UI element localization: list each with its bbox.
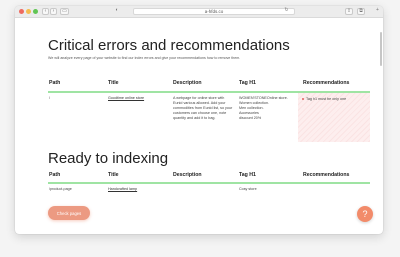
zoom-window-button[interactable] (33, 9, 38, 14)
back-icon[interactable]: ‹ (42, 8, 49, 15)
sidebar-icon[interactable]: ▭ (60, 8, 69, 15)
table-row[interactable]: /product-page Handcrafted lamp Cosy stor… (48, 184, 370, 195)
recommendation-item: Tag h1 must be only one (302, 97, 346, 101)
browser-toolbar: ‹ › ▭ ◐ a-hfds.co ↻ ⇪ ⧉ + (15, 6, 383, 18)
check-pages-button[interactable]: Check pages (48, 206, 90, 220)
row-title-link[interactable]: Handcrafted lamp (108, 187, 137, 192)
share-icon[interactable]: ⇪ (345, 8, 353, 15)
column-header-description: Description (173, 172, 202, 178)
lock-icon: ◐ (115, 7, 119, 13)
page-scrollbar[interactable] (380, 32, 382, 66)
row-tag-h1: Cosy store (239, 187, 257, 191)
column-header-tag-h1: Tag H1 (239, 80, 256, 86)
column-header-path: Path (49, 80, 61, 86)
column-header-recommendations: Recommendations (303, 172, 350, 178)
new-tab-icon[interactable]: + (374, 8, 381, 15)
errors-table-header: Path Title Description Tag H1 Recommenda… (48, 76, 370, 90)
column-header-recommendations: Recommendations (303, 80, 350, 86)
address-bar-url: a-hfds.co (204, 9, 224, 14)
column-header-title: Title (108, 172, 119, 178)
table-row[interactable]: Tag h1 must be only one / Goodtime onlin… (48, 93, 370, 142)
row-tag-h1: WOMEN'STONEOnline store. Women collectio… (239, 96, 288, 120)
errors-section-description: We will analyze every page of your websi… (48, 56, 241, 60)
row-description: A webpage for online store with Eunid va… (173, 96, 233, 120)
warning-dot-icon (302, 98, 304, 101)
row-title-link[interactable]: Goodtime online store (108, 96, 144, 101)
errors-section-title: Critical errors and recommendations (48, 37, 290, 54)
row-path: /product-page (49, 187, 72, 191)
column-header-path: Path (49, 172, 61, 178)
errors-table: Path Title Description Tag H1 Recommenda… (48, 76, 370, 142)
minimize-window-button[interactable] (26, 9, 31, 14)
help-button[interactable]: ? (357, 206, 373, 222)
forward-icon[interactable]: › (50, 8, 57, 15)
question-mark-icon: ? (362, 209, 368, 219)
indexing-table: Path Title Description Tag H1 Recommenda… (48, 170, 370, 196)
address-bar[interactable]: a-hfds.co (133, 8, 295, 15)
page-content: Critical errors and recommendations We w… (15, 18, 383, 234)
recommendation-cell: Tag h1 must be only one (298, 93, 370, 142)
browser-window: ‹ › ▭ ◐ a-hfds.co ↻ ⇪ ⧉ + Critical error… (15, 6, 383, 234)
column-header-description: Description (173, 80, 202, 86)
column-header-tag-h1: Tag H1 (239, 172, 256, 178)
tabs-icon[interactable]: ⧉ (357, 8, 365, 15)
row-path: / (49, 96, 51, 100)
reload-icon[interactable]: ↻ (283, 8, 290, 15)
column-header-title: Title (108, 80, 119, 86)
indexing-section-title: Ready to indexing (48, 150, 169, 167)
close-window-button[interactable] (19, 9, 24, 14)
